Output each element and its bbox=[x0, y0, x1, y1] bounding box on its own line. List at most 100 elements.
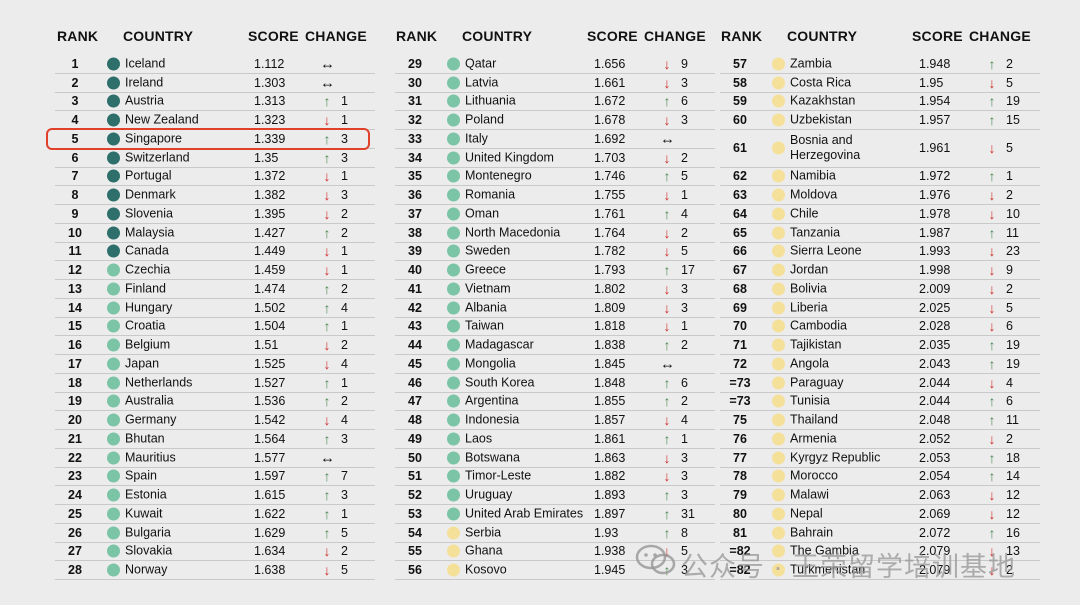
country-name: Albania bbox=[465, 300, 507, 315]
score-cell: 1.802 bbox=[594, 281, 626, 296]
up-arrow-icon: ↑ bbox=[988, 393, 996, 410]
change-value: 4 bbox=[341, 356, 348, 371]
score-cell: 1.976 bbox=[919, 188, 951, 203]
country-name: Germany bbox=[125, 412, 177, 427]
country-name: Argentina bbox=[465, 393, 519, 408]
country-name: New Zealand bbox=[125, 112, 199, 127]
no-change-icon: ↔ bbox=[660, 130, 675, 148]
change-value: 3 bbox=[681, 300, 688, 315]
change-value: 11 bbox=[1006, 225, 1019, 240]
up-arrow-icon: ↑ bbox=[323, 318, 331, 335]
table-row: 7 Portugal 1.372 ↓ 1 bbox=[55, 168, 375, 187]
tier-dot-icon bbox=[772, 76, 785, 90]
up-arrow-icon: ↑ bbox=[663, 205, 671, 222]
country-name: Moldova bbox=[790, 187, 838, 202]
up-arrow-icon: ↑ bbox=[663, 93, 671, 110]
country-name: Slovakia bbox=[125, 543, 173, 558]
country-name: Zambia bbox=[790, 56, 832, 71]
table-row: 79 Malawi 2.063 ↓ 12 bbox=[720, 486, 1040, 505]
rank-cell: 78 bbox=[733, 469, 747, 484]
rank-cell: 71 bbox=[733, 338, 747, 353]
rank-cell: 26 bbox=[68, 525, 82, 540]
table-row: 40 Greece 1.793 ↑ 17 bbox=[395, 261, 715, 280]
score-cell: 1.972 bbox=[919, 169, 951, 184]
country-name: Bulgaria bbox=[125, 525, 171, 540]
watermark: 公众号 · 王荣留学培训基地 bbox=[635, 541, 1075, 582]
rank-cell: 27 bbox=[68, 544, 82, 559]
change-value: 9 bbox=[1006, 263, 1013, 278]
change-value: 2 bbox=[1006, 188, 1013, 203]
table-row: =73 Paraguay 2.044 ↓ 4 bbox=[720, 374, 1040, 393]
rank-cell: 4 bbox=[71, 113, 79, 128]
rank-cell: 66 bbox=[733, 244, 747, 259]
country-name: Vietnam bbox=[465, 281, 511, 296]
change-value: 2 bbox=[341, 338, 348, 353]
country-name: Belgium bbox=[125, 337, 171, 352]
score-cell: 1.678 bbox=[594, 113, 626, 128]
rank-cell: =73 bbox=[729, 375, 751, 390]
down-arrow-icon: ↓ bbox=[663, 449, 671, 466]
tier-dot-icon bbox=[772, 188, 785, 202]
country-name: Uzbekistan bbox=[790, 112, 852, 127]
table-row: 14 Hungary 1.502 ↑ 4 bbox=[55, 299, 375, 318]
change-value: 6 bbox=[1006, 394, 1013, 409]
change-value: 9 bbox=[681, 56, 688, 71]
table-row: 77 Kyrgyz Republic 2.053 ↑ 18 bbox=[720, 449, 1040, 468]
tier-dot-icon bbox=[107, 263, 120, 277]
change-value: 19 bbox=[1006, 338, 1020, 353]
down-arrow-icon: ↓ bbox=[663, 299, 671, 316]
down-arrow-icon: ↓ bbox=[663, 74, 671, 91]
table-row: 2 Ireland 1.303 ↔ bbox=[55, 74, 375, 93]
score-cell: 1.395 bbox=[254, 206, 286, 221]
change-value: 2 bbox=[341, 206, 348, 221]
country-name: Romania bbox=[465, 187, 516, 202]
country-name: Thailand bbox=[790, 412, 838, 427]
table-row: 72 Angola 2.043 ↑ 19 bbox=[720, 355, 1040, 374]
score-cell: 1.998 bbox=[919, 263, 951, 278]
down-arrow-icon: ↓ bbox=[323, 187, 331, 204]
score-cell: 1.755 bbox=[594, 188, 626, 203]
tier-dot-icon bbox=[107, 57, 120, 71]
tier-dot-icon bbox=[447, 94, 460, 108]
score-cell: 1.474 bbox=[254, 281, 286, 296]
table-row: 43 Taiwan 1.818 ↓ 1 bbox=[395, 318, 715, 337]
score-cell: 1.845 bbox=[594, 356, 626, 371]
score-header: SCORE bbox=[248, 28, 299, 44]
rank-cell: 48 bbox=[408, 413, 422, 428]
country-name: Sierra Leone bbox=[790, 243, 862, 258]
rank-cell: 29 bbox=[408, 56, 422, 71]
rank-cell: 30 bbox=[408, 75, 422, 90]
score-cell: 2.044 bbox=[919, 375, 951, 390]
down-arrow-icon: ↓ bbox=[988, 205, 996, 222]
table-row: 33 Italy 1.692 ↔ bbox=[395, 130, 715, 149]
score-cell: 1.882 bbox=[594, 469, 626, 484]
country-name: Slovenia bbox=[125, 206, 173, 221]
up-arrow-icon: ↑ bbox=[988, 93, 996, 110]
country-name: Japan bbox=[125, 356, 160, 371]
table-row: 58 Costa Rica 1.95 ↓ 5 bbox=[720, 74, 1040, 93]
tier-dot-icon bbox=[107, 526, 120, 540]
score-cell: 2.072 bbox=[919, 525, 951, 540]
table-row: 48 Indonesia 1.857 ↓ 4 bbox=[395, 411, 715, 430]
rank-cell: 24 bbox=[68, 488, 82, 503]
rank-cell: 60 bbox=[733, 113, 747, 128]
score-cell: 1.542 bbox=[254, 413, 286, 428]
rank-cell: 69 bbox=[733, 300, 747, 315]
table-row: 19 Australia 1.536 ↑ 2 bbox=[55, 393, 375, 412]
country-name: Bhutan bbox=[125, 431, 165, 446]
rank-cell: 23 bbox=[68, 469, 82, 484]
up-arrow-icon: ↑ bbox=[988, 355, 996, 372]
rank-cell: 64 bbox=[733, 206, 747, 221]
score-cell: 1.525 bbox=[254, 356, 286, 371]
score-cell: 1.638 bbox=[254, 563, 286, 578]
tier-dot-icon bbox=[772, 526, 785, 540]
change-value: 2 bbox=[341, 544, 348, 559]
up-arrow-icon: ↑ bbox=[323, 280, 331, 297]
rank-cell: 43 bbox=[408, 319, 422, 334]
highlight-box bbox=[46, 128, 370, 150]
score-cell: 1.692 bbox=[594, 131, 626, 146]
country-name: Angola bbox=[790, 356, 829, 371]
country-name: Iceland bbox=[125, 56, 166, 71]
score-cell: 2.043 bbox=[919, 356, 951, 371]
table-row: 9 Slovenia 1.395 ↓ 2 bbox=[55, 205, 375, 224]
